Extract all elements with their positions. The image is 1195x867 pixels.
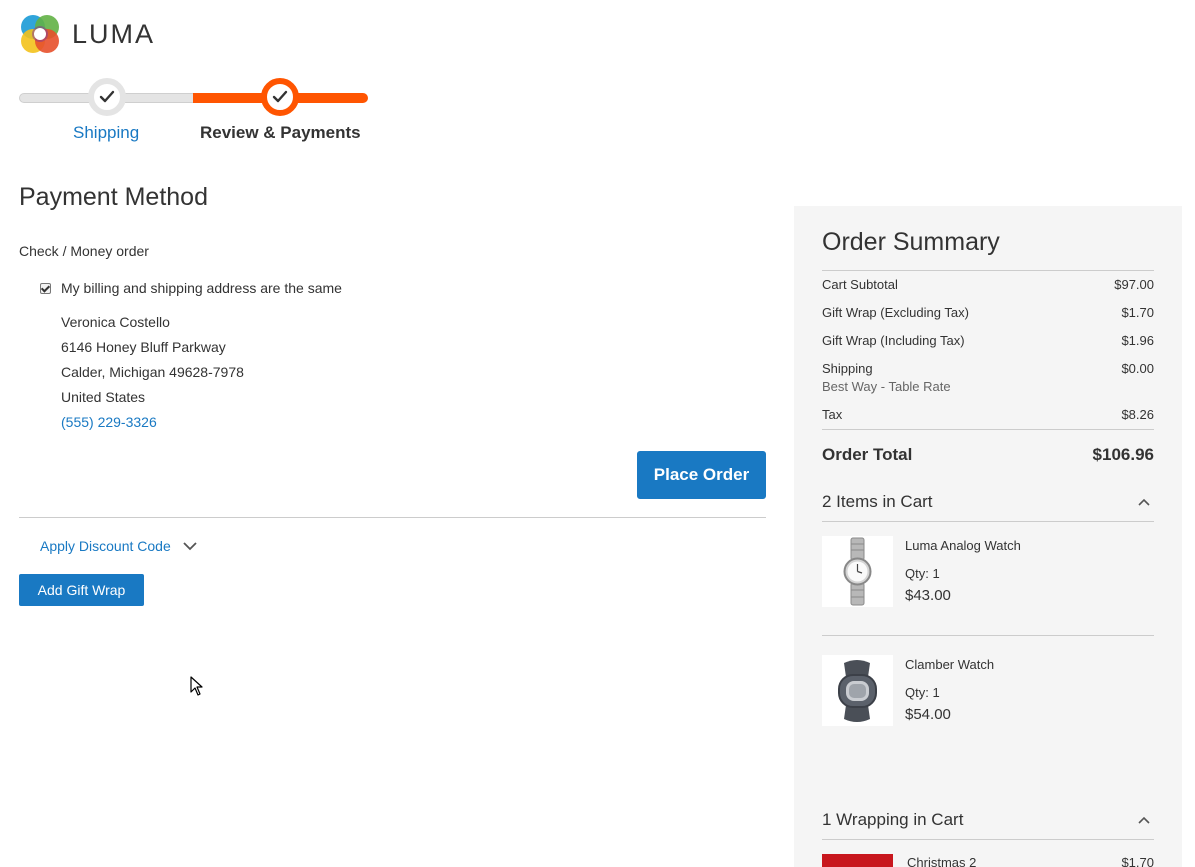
divider — [822, 429, 1154, 430]
apply-discount-label[interactable]: Apply Discount Code — [40, 538, 171, 554]
summary-row-value: $0.00 — [1121, 361, 1154, 376]
step-shipping-marker[interactable] — [88, 78, 126, 116]
order-total-row: Order Total $106.96 — [822, 445, 1154, 465]
same-address-checkbox[interactable] — [40, 282, 51, 294]
payment-method-option: Check / Money order — [19, 243, 149, 259]
add-gift-wrap-button[interactable]: Add Gift Wrap — [19, 574, 144, 606]
product-name: Clamber Watch — [905, 657, 995, 672]
product-name: Luma Analog Watch — [905, 538, 1021, 553]
summary-row-shipping: Shipping $0.00 — [822, 361, 1154, 376]
summary-row-giftwrap-incl: Gift Wrap (Including Tax) $1.96 — [822, 333, 1154, 348]
mouse-cursor-icon — [190, 676, 203, 696]
divider — [19, 517, 766, 518]
order-summary-panel: Order Summary Cart Subtotal $97.00 Gift … — [794, 206, 1182, 867]
order-summary-title: Order Summary — [822, 228, 1000, 256]
step-shipping-link[interactable]: Shipping — [73, 123, 139, 143]
analog-watch-icon — [843, 537, 872, 606]
address-city: Calder, Michigan 49628-7978 — [61, 364, 244, 380]
checkout-progress-bar: Shipping Review & Payments — [19, 78, 369, 148]
same-address-option[interactable]: My billing and shipping address are the … — [40, 280, 342, 296]
summary-row-tax: Tax $8.26 — [822, 407, 1154, 422]
summary-row-value: $97.00 — [1114, 277, 1154, 292]
product-thumbnail — [822, 655, 893, 726]
items-in-cart-toggle[interactable]: 2 Items in Cart — [822, 492, 1154, 512]
luma-logo[interactable]: LUMA — [19, 13, 155, 55]
shipping-method-label: Best Way - Table Rate — [822, 379, 951, 394]
gift-wrap-price: $1.70 — [1121, 855, 1154, 867]
product-qty: Qty: 1 — [905, 685, 940, 700]
divider — [822, 521, 1154, 522]
product-qty: Qty: 1 — [905, 566, 940, 581]
summary-row-label: Tax — [822, 407, 843, 422]
address-street: 6146 Honey Bluff Parkway — [61, 339, 226, 355]
apply-discount-toggle[interactable]: Apply Discount Code — [40, 538, 197, 554]
summary-row-value: $1.96 — [1121, 333, 1154, 348]
product-thumbnail — [822, 536, 893, 607]
summary-row-giftwrap-excl: Gift Wrap (Excluding Tax) $1.70 — [822, 305, 1154, 320]
checkmark-icon — [272, 90, 288, 103]
items-in-cart-heading[interactable]: 2 Items in Cart — [822, 492, 933, 512]
product-price: $43.00 — [905, 587, 951, 604]
logo-text: LUMA — [72, 18, 156, 49]
summary-row-label: Shipping — [822, 361, 873, 376]
payment-method-title: Payment Method — [19, 183, 208, 211]
address-name: Veronica Costello — [61, 314, 170, 330]
summary-row-value: $8.26 — [1121, 407, 1154, 422]
summary-row-label: Gift Wrap (Including Tax) — [822, 333, 965, 348]
gift-wrap-thumbnail — [822, 854, 893, 867]
luma-logo-icon — [21, 15, 59, 53]
address-country: United States — [61, 389, 146, 405]
chevron-up-icon[interactable] — [1138, 816, 1150, 824]
wrapping-in-cart-heading[interactable]: 1 Wrapping in Cart — [822, 810, 963, 830]
address-phone-link[interactable]: (555) 229-3326 — [61, 410, 244, 435]
sport-watch-icon — [838, 660, 877, 722]
chevron-up-icon[interactable] — [1138, 498, 1150, 506]
chevron-down-icon[interactable] — [183, 541, 197, 551]
summary-row-subtotal: Cart Subtotal $97.00 — [822, 277, 1154, 292]
summary-row-label: Cart Subtotal — [822, 277, 898, 292]
step-review-marker — [261, 78, 299, 116]
divider — [822, 635, 1154, 636]
step-review-label: Review & Payments — [200, 123, 361, 142]
gift-wrap-name: Christmas 2 — [907, 855, 977, 867]
order-total-label: Order Total — [822, 445, 913, 464]
order-total-value: $106.96 — [1092, 445, 1154, 464]
summary-row-value: $1.70 — [1121, 305, 1154, 320]
divider — [822, 270, 1154, 271]
summary-row-label: Gift Wrap (Excluding Tax) — [822, 305, 969, 320]
wrapping-in-cart-toggle[interactable]: 1 Wrapping in Cart — [822, 810, 1154, 830]
billing-address: Veronica Costello 6146 Honey Bluff Parkw… — [61, 310, 244, 435]
divider — [822, 839, 1154, 840]
same-address-label[interactable]: My billing and shipping address are the … — [61, 280, 342, 296]
checkmark-icon — [99, 90, 115, 103]
product-price: $54.00 — [905, 706, 951, 723]
place-order-button[interactable]: Place Order — [637, 451, 766, 499]
